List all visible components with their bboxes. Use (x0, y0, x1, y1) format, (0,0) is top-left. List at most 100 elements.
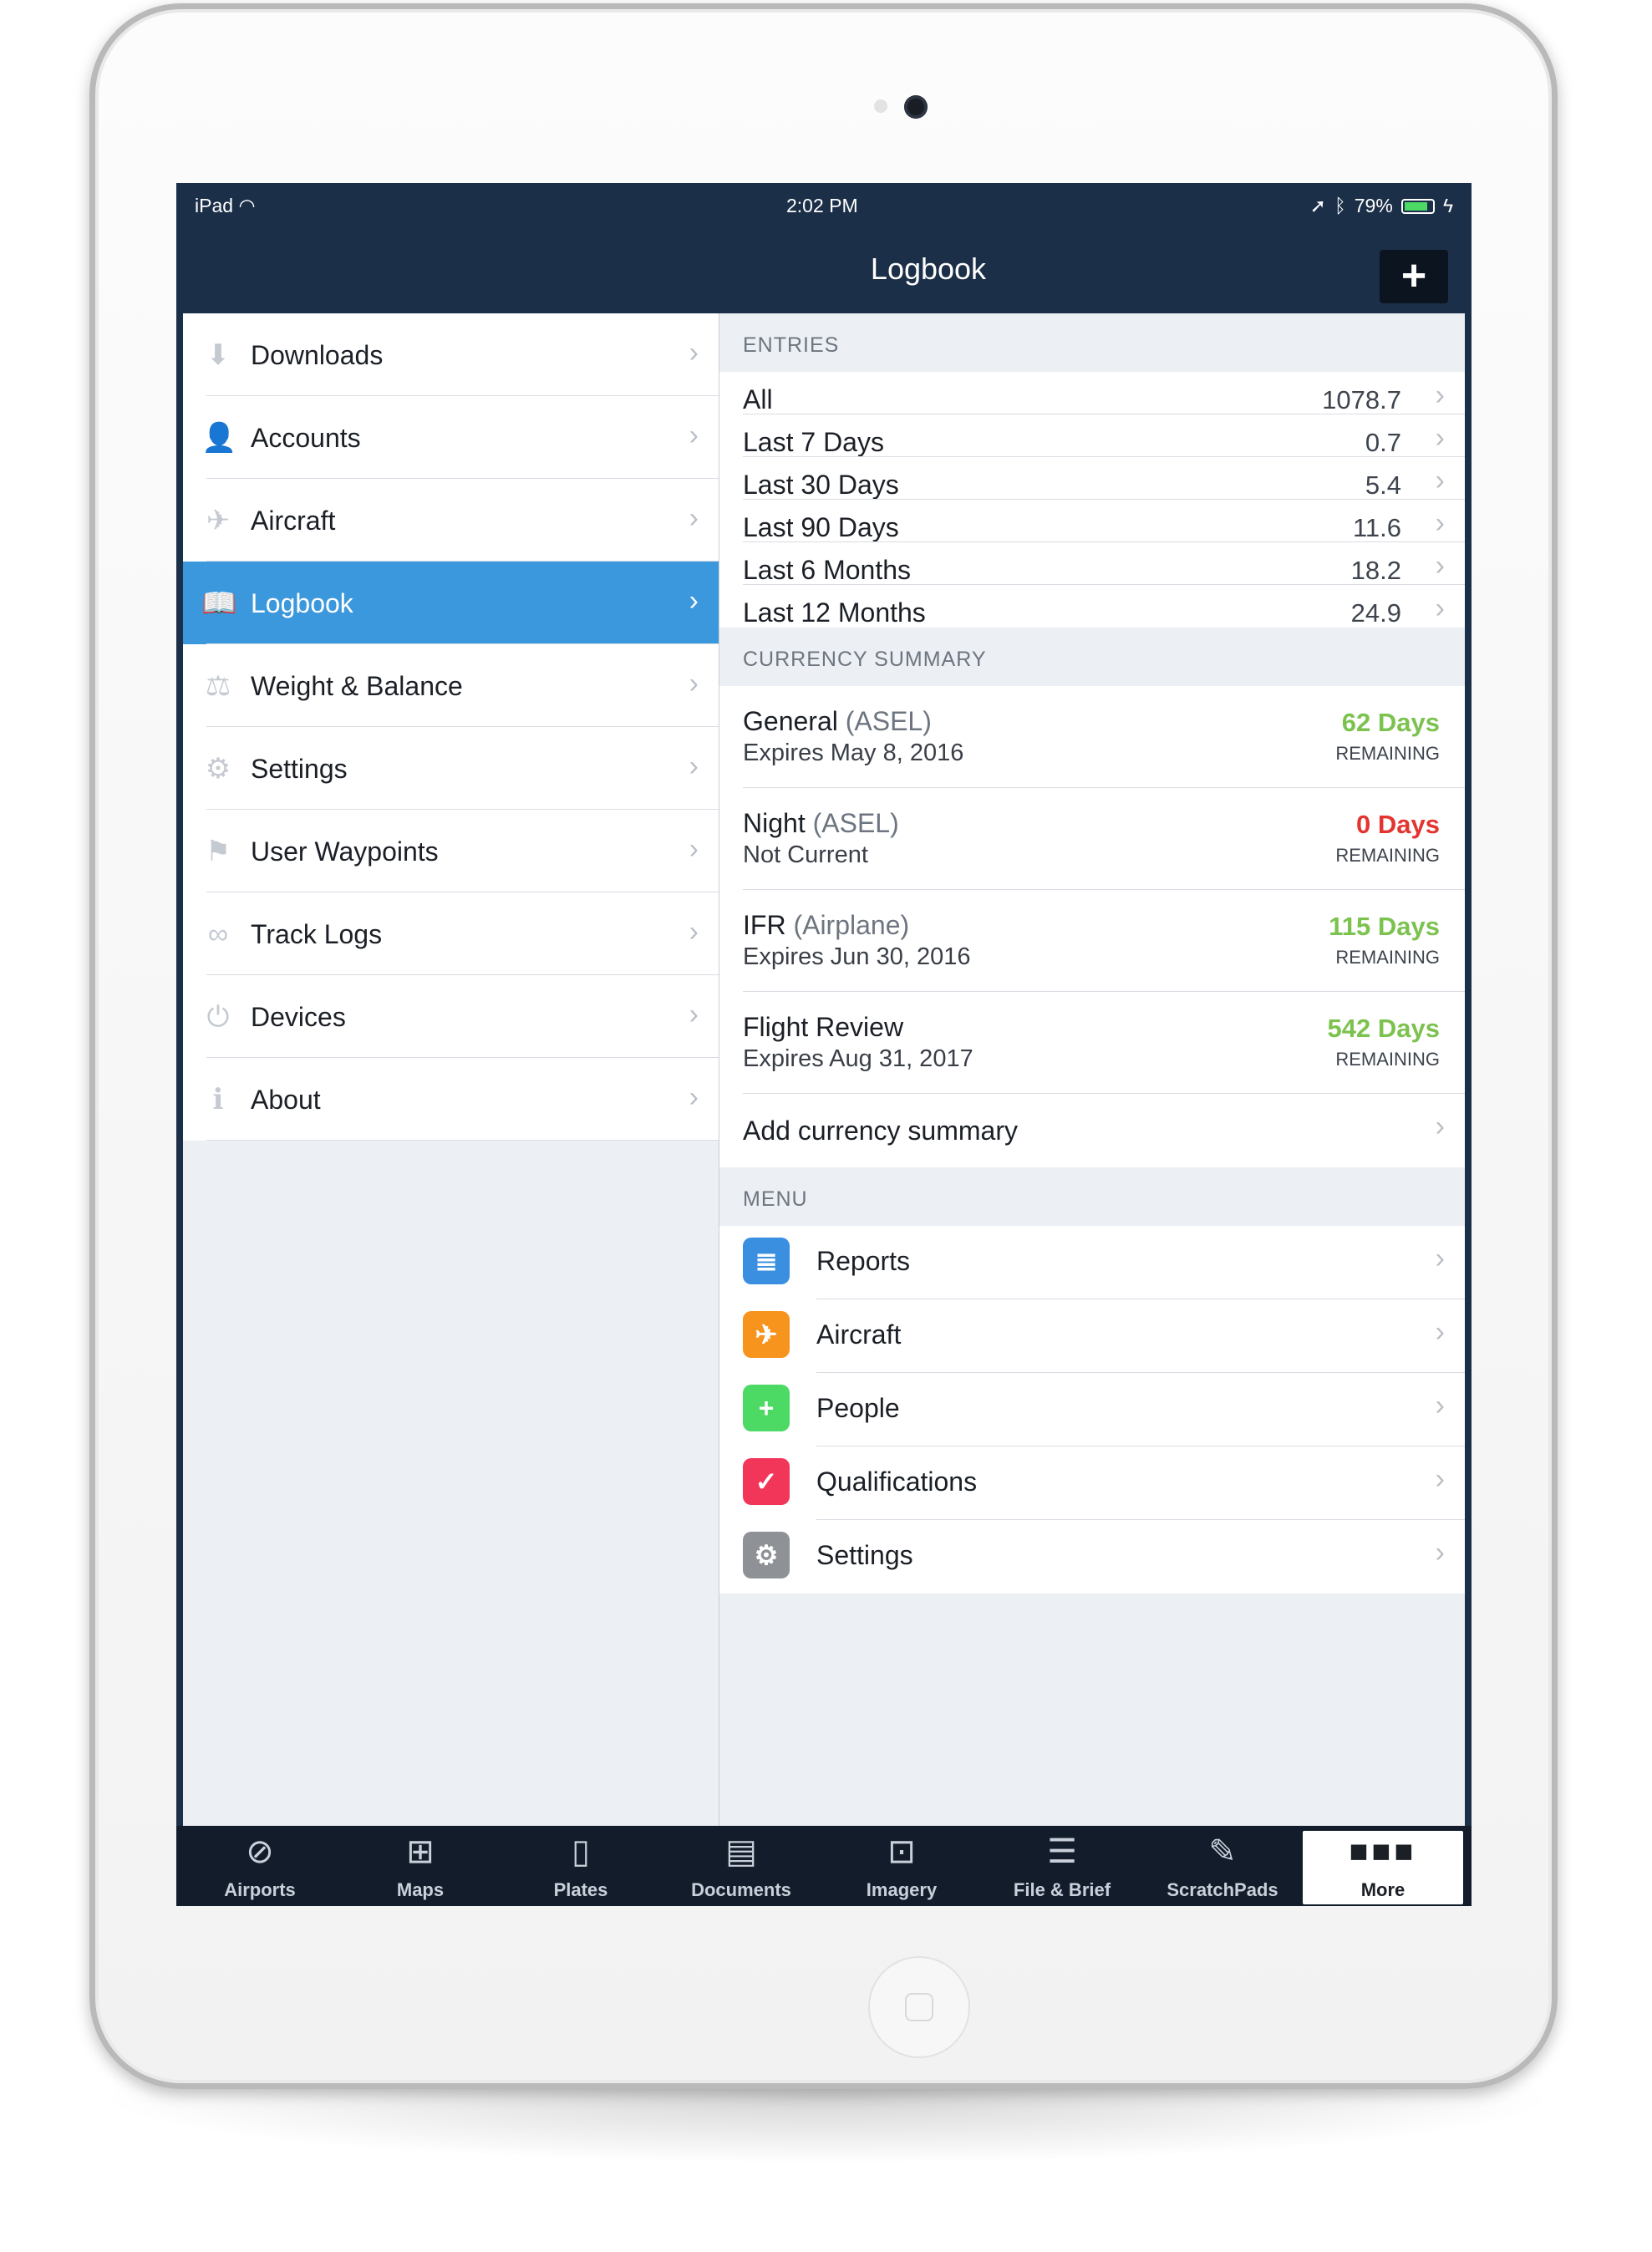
file-brief-icon: ☰ (1047, 1833, 1077, 1870)
entry-row[interactable]: Last 7 Days 0.7 › (719, 414, 1465, 457)
sidebar-item-about[interactable]: ℹ About › (183, 1058, 719, 1141)
sidebar-item-label: Track Logs (251, 919, 383, 949)
sidebar-item-logbook[interactable]: 📖 Logbook › (183, 562, 719, 644)
sidebar-item-weight-balance[interactable]: ⚖ Weight & Balance › (183, 644, 719, 727)
menu-item-label: People (816, 1393, 900, 1423)
menu-item-people[interactable]: + People › (719, 1373, 1465, 1446)
entry-row[interactable]: All 1078.7 › (719, 372, 1465, 414)
reports-icon: ≣ (743, 1238, 790, 1284)
chevron-right-icon: › (689, 750, 699, 782)
remaining-label: REMAINING (1335, 1049, 1440, 1070)
chevron-right-icon: › (689, 916, 699, 948)
sidebar-item-settings[interactable]: ⚙ Settings › (183, 727, 719, 810)
add-currency-summary-button[interactable]: Add currency summary › (719, 1094, 1465, 1167)
wifi-icon: ◠ (238, 195, 256, 216)
chevron-right-icon: › (689, 833, 699, 865)
imagery-icon: ⊡ (887, 1833, 916, 1870)
tab-documents[interactable]: ▤ Documents (661, 1826, 821, 1906)
currency-row[interactable]: Flight Review Expires Aug 31, 2017 542 Da… (719, 992, 1465, 1094)
remaining-label: REMAINING (1335, 743, 1440, 764)
remaining-label: REMAINING (1335, 947, 1440, 968)
more-icon: ■■■ (1349, 1834, 1417, 1869)
tab-plates[interactable]: ▯ Plates (501, 1826, 661, 1906)
currency-status: Expires Jun 30, 2016 (743, 943, 971, 970)
currency-title: Night (ASEL) (743, 808, 899, 839)
chevron-right-icon: › (689, 502, 699, 534)
light-sensor (874, 99, 887, 113)
home-square-icon (905, 1993, 933, 2021)
map-icon: ⊞ (406, 1833, 435, 1870)
add-entry-button[interactable]: + (1380, 250, 1448, 303)
tab-imagery[interactable]: ⊡ Imagery (821, 1826, 982, 1906)
entry-hours: 1078.7 (1322, 385, 1401, 414)
currency-row[interactable]: General (ASEL) Expires May 8, 2016 62 Days… (719, 686, 1465, 788)
sidebar-item-user-waypoints[interactable]: ⚑ User Waypoints › (183, 810, 719, 892)
menu-item-aircraft[interactable]: ✈ Aircraft › (719, 1299, 1465, 1373)
tab-label: Maps (396, 1879, 445, 1900)
bluetooth-icon: ᛒ (1334, 195, 1346, 216)
sidebar-item-devices[interactable]: ⏻ Devices › (183, 975, 719, 1058)
entry-row[interactable]: Last 30 Days 5.4 › (719, 457, 1465, 500)
currency-name: General (743, 706, 838, 736)
status-right: ➚ ᛒ 79% ϟ (1310, 195, 1453, 217)
tab-label: Plates (553, 1879, 608, 1900)
gears-icon: ⚙ (743, 1532, 790, 1578)
page-title: Logbook (870, 252, 987, 286)
currency-name: IFR (743, 910, 786, 940)
sidebar-item-accounts[interactable]: 👤 Accounts › (183, 396, 719, 479)
sidebar: ⬇ Downloads › 👤 Accounts › ✈ Aircraft › 📖 Logbook ›… (183, 313, 719, 1826)
menu-item-settings[interactable]: ⚙ Settings › (719, 1520, 1465, 1594)
currency-status: Not Current (743, 841, 868, 868)
add-currency-label: Add currency summary (743, 1116, 1018, 1146)
currency-title: General (ASEL) (743, 706, 932, 737)
sidebar-item-aircraft[interactable]: ✈ Aircraft › (183, 479, 719, 562)
entry-label: All (743, 384, 773, 414)
logbook-detail: ENTRIES All 1078.7 › Last 7 Days 0.7 › Last 30 … (719, 313, 1465, 1826)
track-log-icon: ∞ (207, 918, 229, 950)
chevron-right-icon: › (1435, 1463, 1445, 1495)
entry-row[interactable]: Last 90 Days 11.6 › (719, 500, 1465, 542)
currency-qualifier: (ASEL) (845, 706, 932, 736)
days-remaining: 0 Days (1356, 810, 1440, 839)
currency-name: Night (743, 808, 806, 838)
sidebar-item-label: User Waypoints (251, 836, 439, 867)
plates-icon: ▯ (571, 1833, 590, 1870)
chevron-right-icon: › (1435, 1537, 1445, 1568)
currency-qualifier: (ASEL) (812, 808, 899, 838)
menu-item-reports[interactable]: ≣ Reports › (719, 1226, 1465, 1299)
front-camera (904, 95, 928, 119)
currency-row[interactable]: Night (ASEL) Not Current 0 Days REMAINING (719, 788, 1465, 890)
currency-row[interactable]: IFR (Airplane) Expires Jun 30, 2016 115 Da… (719, 890, 1465, 992)
device-name: iPad (195, 195, 234, 216)
chevron-right-icon: › (1435, 1111, 1445, 1142)
entry-row[interactable]: Last 6 Months 18.2 › (719, 542, 1465, 585)
tab-maps[interactable]: ⊞ Maps (340, 1826, 501, 1906)
entry-label: Last 12 Months (743, 597, 926, 628)
menu-item-label: Settings (816, 1540, 913, 1570)
battery-percent: 79% (1354, 195, 1393, 216)
entry-hours: 0.7 (1365, 428, 1401, 457)
add-person-icon: + (743, 1385, 790, 1431)
tab-airports[interactable]: ⊘ Airports (180, 1826, 340, 1906)
entry-row[interactable]: Last 12 Months 24.9 › (719, 585, 1465, 628)
sidebar-item-track-logs[interactable]: ∞ Track Logs › (183, 892, 719, 975)
chevron-right-icon: › (689, 999, 699, 1030)
sidebar-item-downloads[interactable]: ⬇ Downloads › (183, 313, 719, 396)
tab-file-brief[interactable]: ☰ File & Brief (982, 1826, 1142, 1906)
chevron-right-icon: › (689, 585, 699, 617)
currency-status: Expires Aug 31, 2017 (743, 1045, 973, 1072)
menu-item-label: Reports (816, 1246, 911, 1276)
chevron-right-icon: › (1435, 422, 1445, 454)
sidebar-item-label: Devices (251, 1002, 346, 1032)
days-remaining: 542 Days (1327, 1014, 1440, 1043)
tab-label: File & Brief (1013, 1879, 1111, 1900)
charging-icon: ϟ (1442, 195, 1453, 216)
menu-item-qualifications[interactable]: ✓ Qualifications › (719, 1446, 1465, 1520)
home-button[interactable] (868, 1956, 970, 2058)
chevron-right-icon: › (1435, 1316, 1445, 1348)
weight-icon: ⚖ (205, 670, 231, 702)
scratchpad-icon: ✎ (1208, 1833, 1237, 1870)
tab-scratchpads[interactable]: ✎ ScratchPads (1142, 1826, 1303, 1906)
tab-label: Airports (224, 1879, 296, 1900)
tab-more[interactable]: ■■■ More (1303, 1831, 1463, 1904)
